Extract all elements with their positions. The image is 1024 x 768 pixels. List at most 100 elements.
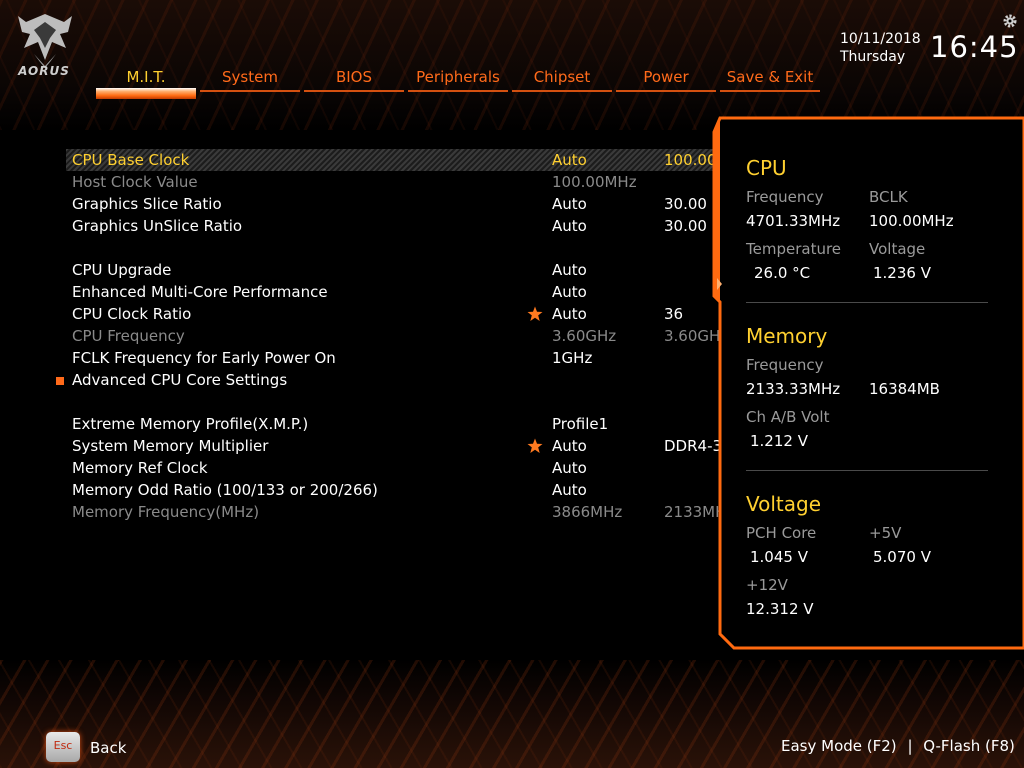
- setting-label: Host Clock Value: [72, 173, 198, 191]
- setting-value[interactable]: Auto: [552, 149, 587, 171]
- memory-section-title: Memory: [746, 324, 828, 348]
- tab-label: M.I.T.: [126, 68, 166, 86]
- setting-memory-frequency: Memory Frequency(MHz) 3866MHz 2133MHz: [0, 501, 734, 523]
- setting-xmp-profile[interactable]: Extreme Memory Profile(X.M.P.) Profile1: [0, 413, 712, 435]
- plus12v-label: +12V: [746, 576, 788, 594]
- setting-value[interactable]: Auto: [552, 479, 587, 501]
- setting-label: Memory Odd Ratio (100/133 or 200/266): [72, 481, 378, 499]
- easy-mode-button[interactable]: Easy Mode (F2): [781, 737, 897, 755]
- time-display: 16:45: [930, 30, 1019, 64]
- setting-label: System Memory Multiplier: [72, 437, 269, 455]
- cpu-frequency-value: 4701.33MHz: [746, 212, 841, 230]
- cpu-temperature-label: Temperature: [746, 240, 842, 258]
- divider: [746, 470, 988, 471]
- qflash-button[interactable]: Q-Flash (F8): [923, 737, 1015, 755]
- tab-underline: [720, 90, 820, 92]
- memory-voltage-label: Ch A/B Volt: [746, 408, 830, 426]
- setting-value[interactable]: Auto: [552, 457, 587, 479]
- setting-value[interactable]: Auto: [552, 303, 587, 325]
- setting-current: 30.00: [664, 195, 707, 213]
- setting-cpu-clock-ratio[interactable]: CPU Clock Ratio Auto 36: [0, 303, 712, 325]
- setting-value: 100.00MHz: [552, 173, 637, 191]
- setting-memory-odd-ratio[interactable]: Memory Odd Ratio (100/133 or 200/266) Au…: [0, 479, 712, 501]
- memory-frequency-value: 2133.33MHz: [746, 380, 841, 398]
- tab-chipset[interactable]: Chipset: [512, 66, 612, 100]
- brand-logo-text: AORUS: [18, 64, 70, 78]
- star-icon: [527, 306, 543, 321]
- plus12v-value: 12.312 V: [746, 600, 814, 618]
- setting-label: Extreme Memory Profile(X.M.P.): [72, 415, 309, 433]
- tab-mit[interactable]: M.I.T.: [96, 66, 196, 100]
- setting-cpu-frequency: CPU Frequency 3.60GHz 3.60GHz: [0, 325, 728, 347]
- setting-host-clock-value: Host Clock Value 100.00MHz: [0, 171, 712, 193]
- plus5v-value: 5.070 V: [873, 548, 931, 566]
- setting-value[interactable]: Auto: [552, 259, 587, 281]
- setting-cpu-upgrade[interactable]: CPU Upgrade Auto: [0, 259, 712, 281]
- cpu-bclk-label: BCLK: [869, 188, 908, 206]
- tab-underline: [408, 90, 508, 92]
- voltage-section-title: Voltage: [746, 492, 822, 516]
- setting-label: FCLK Frequency for Early Power On: [72, 349, 336, 367]
- setting-value[interactable]: Profile1: [552, 413, 608, 435]
- cpu-voltage-label: Voltage: [869, 240, 926, 258]
- tab-label: Power: [643, 68, 689, 86]
- setting-label: Memory Frequency(MHz): [72, 503, 260, 521]
- setting-memory-ref-clock[interactable]: Memory Ref Clock Auto: [0, 457, 712, 479]
- setting-label: Enhanced Multi-Core Performance: [72, 283, 328, 301]
- cpu-bclk-value: 100.00MHz: [869, 212, 954, 230]
- pch-core-label: PCH Core: [746, 524, 817, 542]
- setting-cpu-base-clock[interactable]: CPU Base Clock Auto 100.00MHz: [0, 149, 749, 171]
- cpu-frequency-label: Frequency: [746, 188, 824, 206]
- tab-underline: [304, 90, 404, 92]
- star-icon: [527, 438, 543, 453]
- setting-value[interactable]: 1GHz: [552, 347, 592, 369]
- setting-graphics-slice-ratio[interactable]: Graphics Slice Ratio Auto 30.00: [0, 193, 712, 215]
- cpu-voltage-value: 1.236 V: [873, 264, 931, 282]
- tab-underline: [200, 90, 300, 92]
- tab-bios[interactable]: BIOS: [304, 66, 404, 100]
- tab-save-exit[interactable]: Save & Exit: [720, 66, 820, 100]
- setting-current: 36: [664, 305, 684, 323]
- tab-label: BIOS: [335, 68, 373, 86]
- date-display: 10/11/2018: [840, 31, 921, 47]
- setting-enhanced-multi-core[interactable]: Enhanced Multi-Core Performance Auto: [0, 281, 712, 303]
- footer-shortcuts: Easy Mode (F2) | Q-Flash (F8): [781, 737, 1015, 755]
- memory-size-value: 16384MB: [869, 380, 940, 398]
- setting-current: 30.00: [664, 217, 707, 235]
- setting-graphics-unslice-ratio[interactable]: Graphics UnSlice Ratio Auto 30.00: [0, 215, 712, 237]
- memory-voltage-value: 1.212 V: [750, 432, 808, 450]
- setting-value[interactable]: Auto: [552, 215, 587, 237]
- setting-label: Advanced CPU Core Settings: [72, 371, 288, 389]
- pch-core-value: 1.045 V: [750, 548, 808, 566]
- setting-label: CPU Clock Ratio: [72, 305, 192, 323]
- setting-value[interactable]: Auto: [552, 281, 587, 303]
- tab-active-indicator: [96, 88, 196, 99]
- setting-fclk-frequency[interactable]: FCLK Frequency for Early Power On 1GHz: [0, 347, 712, 369]
- tab-label: Chipset: [533, 68, 591, 86]
- setting-value: 3.60GHz: [552, 327, 617, 345]
- gear-icon[interactable]: [1002, 13, 1018, 29]
- esc-key-button[interactable]: Esc: [46, 732, 80, 762]
- setting-value: 3866MHz: [552, 503, 623, 521]
- memory-frequency-label: Frequency: [746, 356, 824, 374]
- setting-label: Graphics Slice Ratio: [72, 195, 222, 213]
- submenu-advanced-cpu-core-settings[interactable]: Advanced CPU Core Settings: [0, 369, 712, 391]
- cpu-temperature-value: 26.0 °C: [754, 264, 811, 282]
- setting-label: CPU Frequency: [72, 327, 185, 345]
- tab-system[interactable]: System: [200, 66, 300, 100]
- setting-value[interactable]: Auto: [552, 435, 587, 457]
- plus5v-label: +5V: [869, 524, 902, 542]
- setting-label: CPU Upgrade: [72, 261, 172, 279]
- setting-system-memory-multiplier[interactable]: System Memory Multiplier Auto DDR4-3866: [0, 435, 751, 457]
- tab-peripherals[interactable]: Peripherals: [408, 66, 508, 100]
- header-background: [0, 0, 1024, 130]
- cpu-section-title: CPU: [746, 156, 787, 180]
- back-button[interactable]: Back: [90, 739, 126, 757]
- tab-label: Save & Exit: [726, 68, 814, 86]
- setting-label: CPU Base Clock: [72, 151, 190, 169]
- setting-label: Graphics UnSlice Ratio: [72, 217, 243, 235]
- tab-label: Peripherals: [416, 68, 500, 86]
- submenu-bullet-icon: [56, 377, 64, 385]
- setting-value[interactable]: Auto: [552, 193, 587, 215]
- tab-power[interactable]: Power: [616, 66, 716, 100]
